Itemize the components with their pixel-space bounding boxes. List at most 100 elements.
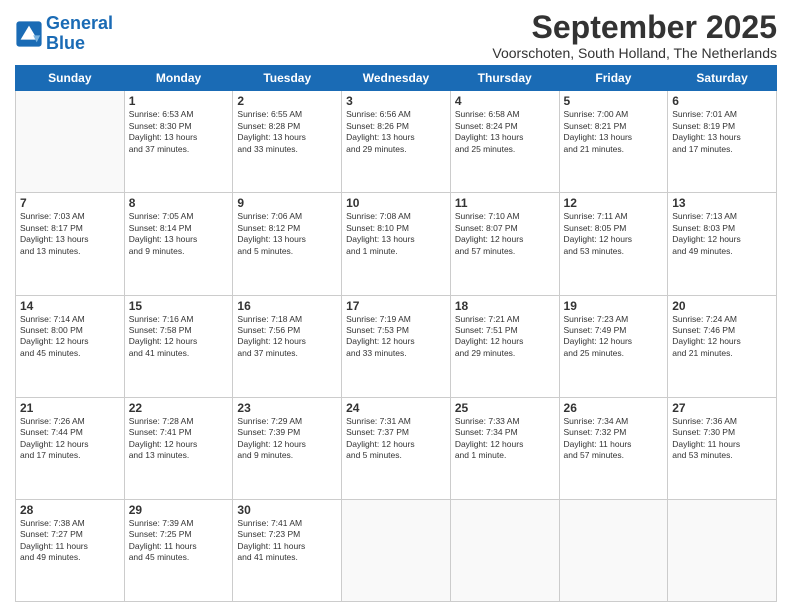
day-number: 8 xyxy=(129,196,229,210)
day-number: 23 xyxy=(237,401,337,415)
day-info: Sunrise: 7:24 AM Sunset: 7:46 PM Dayligh… xyxy=(672,314,772,360)
page: General Blue September 2025 Voorschoten,… xyxy=(0,0,792,612)
day-info: Sunrise: 7:19 AM Sunset: 7:53 PM Dayligh… xyxy=(346,314,446,360)
day-info: Sunrise: 7:29 AM Sunset: 7:39 PM Dayligh… xyxy=(237,416,337,462)
day-number: 14 xyxy=(20,299,120,313)
calendar-cell: 10Sunrise: 7:08 AM Sunset: 8:10 PM Dayli… xyxy=(342,193,451,295)
week-row-2: 14Sunrise: 7:14 AM Sunset: 8:00 PM Dayli… xyxy=(16,295,777,397)
subtitle: Voorschoten, South Holland, The Netherla… xyxy=(492,45,777,61)
day-number: 19 xyxy=(564,299,664,313)
calendar-cell: 26Sunrise: 7:34 AM Sunset: 7:32 PM Dayli… xyxy=(559,397,668,499)
calendar-cell: 25Sunrise: 7:33 AM Sunset: 7:34 PM Dayli… xyxy=(450,397,559,499)
day-number: 2 xyxy=(237,94,337,108)
calendar-cell xyxy=(450,499,559,601)
week-row-1: 7Sunrise: 7:03 AM Sunset: 8:17 PM Daylig… xyxy=(16,193,777,295)
calendar-cell: 6Sunrise: 7:01 AM Sunset: 8:19 PM Daylig… xyxy=(668,91,777,193)
day-number: 18 xyxy=(455,299,555,313)
day-number: 5 xyxy=(564,94,664,108)
week-row-0: 1Sunrise: 6:53 AM Sunset: 8:30 PM Daylig… xyxy=(16,91,777,193)
day-number: 27 xyxy=(672,401,772,415)
day-number: 3 xyxy=(346,94,446,108)
calendar-cell xyxy=(16,91,125,193)
week-row-4: 28Sunrise: 7:38 AM Sunset: 7:27 PM Dayli… xyxy=(16,499,777,601)
day-number: 15 xyxy=(129,299,229,313)
day-number: 28 xyxy=(20,503,120,517)
logo-text: General Blue xyxy=(46,14,113,54)
day-number: 16 xyxy=(237,299,337,313)
day-info: Sunrise: 6:58 AM Sunset: 8:24 PM Dayligh… xyxy=(455,109,555,155)
weekday-header: Saturday xyxy=(668,66,777,91)
calendar-cell: 8Sunrise: 7:05 AM Sunset: 8:14 PM Daylig… xyxy=(124,193,233,295)
day-info: Sunrise: 7:21 AM Sunset: 7:51 PM Dayligh… xyxy=(455,314,555,360)
calendar-cell: 27Sunrise: 7:36 AM Sunset: 7:30 PM Dayli… xyxy=(668,397,777,499)
day-info: Sunrise: 6:55 AM Sunset: 8:28 PM Dayligh… xyxy=(237,109,337,155)
calendar-cell: 23Sunrise: 7:29 AM Sunset: 7:39 PM Dayli… xyxy=(233,397,342,499)
day-number: 20 xyxy=(672,299,772,313)
calendar-table: SundayMondayTuesdayWednesdayThursdayFrid… xyxy=(15,65,777,602)
calendar-cell: 16Sunrise: 7:18 AM Sunset: 7:56 PM Dayli… xyxy=(233,295,342,397)
day-info: Sunrise: 6:56 AM Sunset: 8:26 PM Dayligh… xyxy=(346,109,446,155)
weekday-header: Sunday xyxy=(16,66,125,91)
calendar-cell: 15Sunrise: 7:16 AM Sunset: 7:58 PM Dayli… xyxy=(124,295,233,397)
logo-blue: Blue xyxy=(46,33,85,53)
calendar-cell: 1Sunrise: 6:53 AM Sunset: 8:30 PM Daylig… xyxy=(124,91,233,193)
weekday-header: Wednesday xyxy=(342,66,451,91)
weekday-header-row: SundayMondayTuesdayWednesdayThursdayFrid… xyxy=(16,66,777,91)
calendar-cell: 9Sunrise: 7:06 AM Sunset: 8:12 PM Daylig… xyxy=(233,193,342,295)
day-number: 26 xyxy=(564,401,664,415)
calendar-cell xyxy=(668,499,777,601)
day-number: 29 xyxy=(129,503,229,517)
calendar-cell xyxy=(342,499,451,601)
day-info: Sunrise: 7:08 AM Sunset: 8:10 PM Dayligh… xyxy=(346,211,446,257)
day-number: 25 xyxy=(455,401,555,415)
day-info: Sunrise: 7:28 AM Sunset: 7:41 PM Dayligh… xyxy=(129,416,229,462)
calendar-cell: 3Sunrise: 6:56 AM Sunset: 8:26 PM Daylig… xyxy=(342,91,451,193)
day-info: Sunrise: 7:10 AM Sunset: 8:07 PM Dayligh… xyxy=(455,211,555,257)
month-title: September 2025 xyxy=(492,10,777,45)
day-number: 10 xyxy=(346,196,446,210)
calendar-cell: 4Sunrise: 6:58 AM Sunset: 8:24 PM Daylig… xyxy=(450,91,559,193)
logo-general: General xyxy=(46,13,113,33)
day-info: Sunrise: 7:41 AM Sunset: 7:23 PM Dayligh… xyxy=(237,518,337,564)
calendar-cell: 7Sunrise: 7:03 AM Sunset: 8:17 PM Daylig… xyxy=(16,193,125,295)
day-number: 1 xyxy=(129,94,229,108)
day-number: 21 xyxy=(20,401,120,415)
day-info: Sunrise: 7:34 AM Sunset: 7:32 PM Dayligh… xyxy=(564,416,664,462)
day-info: Sunrise: 7:13 AM Sunset: 8:03 PM Dayligh… xyxy=(672,211,772,257)
day-number: 30 xyxy=(237,503,337,517)
day-info: Sunrise: 7:18 AM Sunset: 7:56 PM Dayligh… xyxy=(237,314,337,360)
weekday-header: Tuesday xyxy=(233,66,342,91)
calendar-cell: 18Sunrise: 7:21 AM Sunset: 7:51 PM Dayli… xyxy=(450,295,559,397)
calendar-cell: 13Sunrise: 7:13 AM Sunset: 8:03 PM Dayli… xyxy=(668,193,777,295)
calendar-cell: 24Sunrise: 7:31 AM Sunset: 7:37 PM Dayli… xyxy=(342,397,451,499)
day-info: Sunrise: 6:53 AM Sunset: 8:30 PM Dayligh… xyxy=(129,109,229,155)
day-number: 17 xyxy=(346,299,446,313)
calendar-cell: 5Sunrise: 7:00 AM Sunset: 8:21 PM Daylig… xyxy=(559,91,668,193)
day-info: Sunrise: 7:23 AM Sunset: 7:49 PM Dayligh… xyxy=(564,314,664,360)
day-info: Sunrise: 7:00 AM Sunset: 8:21 PM Dayligh… xyxy=(564,109,664,155)
day-info: Sunrise: 7:11 AM Sunset: 8:05 PM Dayligh… xyxy=(564,211,664,257)
day-info: Sunrise: 7:03 AM Sunset: 8:17 PM Dayligh… xyxy=(20,211,120,257)
calendar-cell: 14Sunrise: 7:14 AM Sunset: 8:00 PM Dayli… xyxy=(16,295,125,397)
day-number: 9 xyxy=(237,196,337,210)
day-info: Sunrise: 7:36 AM Sunset: 7:30 PM Dayligh… xyxy=(672,416,772,462)
day-info: Sunrise: 7:39 AM Sunset: 7:25 PM Dayligh… xyxy=(129,518,229,564)
calendar-cell: 11Sunrise: 7:10 AM Sunset: 8:07 PM Dayli… xyxy=(450,193,559,295)
day-info: Sunrise: 7:01 AM Sunset: 8:19 PM Dayligh… xyxy=(672,109,772,155)
calendar-cell: 20Sunrise: 7:24 AM Sunset: 7:46 PM Dayli… xyxy=(668,295,777,397)
weekday-header: Friday xyxy=(559,66,668,91)
calendar-cell: 2Sunrise: 6:55 AM Sunset: 8:28 PM Daylig… xyxy=(233,91,342,193)
day-number: 6 xyxy=(672,94,772,108)
weekday-header: Thursday xyxy=(450,66,559,91)
day-info: Sunrise: 7:05 AM Sunset: 8:14 PM Dayligh… xyxy=(129,211,229,257)
day-info: Sunrise: 7:06 AM Sunset: 8:12 PM Dayligh… xyxy=(237,211,337,257)
day-number: 4 xyxy=(455,94,555,108)
day-info: Sunrise: 7:33 AM Sunset: 7:34 PM Dayligh… xyxy=(455,416,555,462)
day-info: Sunrise: 7:38 AM Sunset: 7:27 PM Dayligh… xyxy=(20,518,120,564)
calendar-cell: 22Sunrise: 7:28 AM Sunset: 7:41 PM Dayli… xyxy=(124,397,233,499)
calendar-cell: 30Sunrise: 7:41 AM Sunset: 7:23 PM Dayli… xyxy=(233,499,342,601)
calendar-cell: 19Sunrise: 7:23 AM Sunset: 7:49 PM Dayli… xyxy=(559,295,668,397)
week-row-3: 21Sunrise: 7:26 AM Sunset: 7:44 PM Dayli… xyxy=(16,397,777,499)
day-info: Sunrise: 7:16 AM Sunset: 7:58 PM Dayligh… xyxy=(129,314,229,360)
day-number: 22 xyxy=(129,401,229,415)
